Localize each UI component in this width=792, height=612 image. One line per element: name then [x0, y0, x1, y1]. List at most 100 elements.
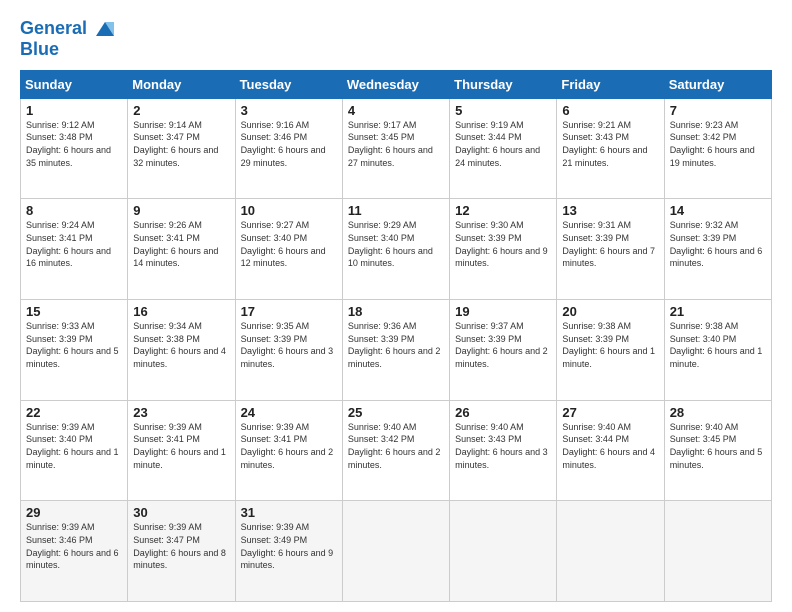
day-number: 4: [348, 103, 444, 118]
day-number: 7: [670, 103, 766, 118]
logo-blue: Blue: [20, 40, 116, 60]
day-number: 27: [562, 405, 658, 420]
day-number: 3: [241, 103, 337, 118]
day-info: Sunrise: 9:38 AM Sunset: 3:39 PM Dayligh…: [562, 320, 658, 370]
calendar-week-row: 29 Sunrise: 9:39 AM Sunset: 3:46 PM Dayl…: [21, 501, 772, 602]
calendar-cell: 13 Sunrise: 9:31 AM Sunset: 3:39 PM Dayl…: [557, 199, 664, 300]
day-number: 22: [26, 405, 122, 420]
day-info: Sunrise: 9:12 AM Sunset: 3:48 PM Dayligh…: [26, 119, 122, 169]
calendar-day-header: Saturday: [664, 70, 771, 98]
day-info: Sunrise: 9:37 AM Sunset: 3:39 PM Dayligh…: [455, 320, 551, 370]
day-number: 5: [455, 103, 551, 118]
calendar-day-header: Sunday: [21, 70, 128, 98]
calendar-week-row: 22 Sunrise: 9:39 AM Sunset: 3:40 PM Dayl…: [21, 400, 772, 501]
calendar-cell: 5 Sunrise: 9:19 AM Sunset: 3:44 PM Dayli…: [450, 98, 557, 199]
calendar-cell: 11 Sunrise: 9:29 AM Sunset: 3:40 PM Dayl…: [342, 199, 449, 300]
logo-text: General: [20, 18, 116, 40]
day-number: 6: [562, 103, 658, 118]
calendar-day-header: Thursday: [450, 70, 557, 98]
calendar-cell: 8 Sunrise: 9:24 AM Sunset: 3:41 PM Dayli…: [21, 199, 128, 300]
day-number: 12: [455, 203, 551, 218]
calendar-cell: 22 Sunrise: 9:39 AM Sunset: 3:40 PM Dayl…: [21, 400, 128, 501]
day-number: 14: [670, 203, 766, 218]
calendar-day-header: Tuesday: [235, 70, 342, 98]
day-info: Sunrise: 9:40 AM Sunset: 3:43 PM Dayligh…: [455, 421, 551, 471]
day-info: Sunrise: 9:39 AM Sunset: 3:49 PM Dayligh…: [241, 521, 337, 571]
day-info: Sunrise: 9:27 AM Sunset: 3:40 PM Dayligh…: [241, 219, 337, 269]
calendar-cell: 2 Sunrise: 9:14 AM Sunset: 3:47 PM Dayli…: [128, 98, 235, 199]
calendar-cell: 4 Sunrise: 9:17 AM Sunset: 3:45 PM Dayli…: [342, 98, 449, 199]
day-info: Sunrise: 9:34 AM Sunset: 3:38 PM Dayligh…: [133, 320, 229, 370]
day-number: 11: [348, 203, 444, 218]
day-info: Sunrise: 9:17 AM Sunset: 3:45 PM Dayligh…: [348, 119, 444, 169]
day-number: 19: [455, 304, 551, 319]
day-info: Sunrise: 9:40 AM Sunset: 3:44 PM Dayligh…: [562, 421, 658, 471]
day-info: Sunrise: 9:23 AM Sunset: 3:42 PM Dayligh…: [670, 119, 766, 169]
day-number: 24: [241, 405, 337, 420]
calendar-header-row: SundayMondayTuesdayWednesdayThursdayFrid…: [21, 70, 772, 98]
day-info: Sunrise: 9:29 AM Sunset: 3:40 PM Dayligh…: [348, 219, 444, 269]
calendar-cell: 28 Sunrise: 9:40 AM Sunset: 3:45 PM Dayl…: [664, 400, 771, 501]
day-number: 8: [26, 203, 122, 218]
day-number: 13: [562, 203, 658, 218]
day-number: 15: [26, 304, 122, 319]
calendar-cell: 20 Sunrise: 9:38 AM Sunset: 3:39 PM Dayl…: [557, 300, 664, 401]
day-info: Sunrise: 9:19 AM Sunset: 3:44 PM Dayligh…: [455, 119, 551, 169]
calendar-cell: 30 Sunrise: 9:39 AM Sunset: 3:47 PM Dayl…: [128, 501, 235, 602]
day-info: Sunrise: 9:40 AM Sunset: 3:42 PM Dayligh…: [348, 421, 444, 471]
calendar-cell: 31 Sunrise: 9:39 AM Sunset: 3:49 PM Dayl…: [235, 501, 342, 602]
calendar-cell: 12 Sunrise: 9:30 AM Sunset: 3:39 PM Dayl…: [450, 199, 557, 300]
day-info: Sunrise: 9:40 AM Sunset: 3:45 PM Dayligh…: [670, 421, 766, 471]
day-number: 18: [348, 304, 444, 319]
calendar-cell: 6 Sunrise: 9:21 AM Sunset: 3:43 PM Dayli…: [557, 98, 664, 199]
logo-icon: [94, 18, 116, 40]
calendar-day-header: Friday: [557, 70, 664, 98]
calendar-cell: 10 Sunrise: 9:27 AM Sunset: 3:40 PM Dayl…: [235, 199, 342, 300]
calendar-day-header: Monday: [128, 70, 235, 98]
day-info: Sunrise: 9:39 AM Sunset: 3:40 PM Dayligh…: [26, 421, 122, 471]
day-number: 17: [241, 304, 337, 319]
calendar-cell: 1 Sunrise: 9:12 AM Sunset: 3:48 PM Dayli…: [21, 98, 128, 199]
day-number: 30: [133, 505, 229, 520]
header: General Blue: [20, 18, 772, 60]
page: General Blue SundayMondayTuesdayWednesda…: [0, 0, 792, 612]
calendar-cell: [342, 501, 449, 602]
day-info: Sunrise: 9:26 AM Sunset: 3:41 PM Dayligh…: [133, 219, 229, 269]
calendar-cell: 7 Sunrise: 9:23 AM Sunset: 3:42 PM Dayli…: [664, 98, 771, 199]
day-info: Sunrise: 9:39 AM Sunset: 3:47 PM Dayligh…: [133, 521, 229, 571]
logo-general: General: [20, 18, 87, 38]
calendar-cell: [664, 501, 771, 602]
day-info: Sunrise: 9:16 AM Sunset: 3:46 PM Dayligh…: [241, 119, 337, 169]
day-number: 21: [670, 304, 766, 319]
day-number: 28: [670, 405, 766, 420]
day-info: Sunrise: 9:36 AM Sunset: 3:39 PM Dayligh…: [348, 320, 444, 370]
day-number: 31: [241, 505, 337, 520]
calendar-cell: 18 Sunrise: 9:36 AM Sunset: 3:39 PM Dayl…: [342, 300, 449, 401]
day-number: 1: [26, 103, 122, 118]
day-number: 23: [133, 405, 229, 420]
calendar-cell: 26 Sunrise: 9:40 AM Sunset: 3:43 PM Dayl…: [450, 400, 557, 501]
day-info: Sunrise: 9:21 AM Sunset: 3:43 PM Dayligh…: [562, 119, 658, 169]
day-number: 20: [562, 304, 658, 319]
calendar-day-header: Wednesday: [342, 70, 449, 98]
calendar-cell: 19 Sunrise: 9:37 AM Sunset: 3:39 PM Dayl…: [450, 300, 557, 401]
calendar-cell: 27 Sunrise: 9:40 AM Sunset: 3:44 PM Dayl…: [557, 400, 664, 501]
day-number: 25: [348, 405, 444, 420]
calendar-cell: 23 Sunrise: 9:39 AM Sunset: 3:41 PM Dayl…: [128, 400, 235, 501]
day-number: 26: [455, 405, 551, 420]
calendar-cell: 21 Sunrise: 9:38 AM Sunset: 3:40 PM Dayl…: [664, 300, 771, 401]
calendar-week-row: 15 Sunrise: 9:33 AM Sunset: 3:39 PM Dayl…: [21, 300, 772, 401]
calendar-cell: 14 Sunrise: 9:32 AM Sunset: 3:39 PM Dayl…: [664, 199, 771, 300]
day-number: 29: [26, 505, 122, 520]
day-info: Sunrise: 9:39 AM Sunset: 3:46 PM Dayligh…: [26, 521, 122, 571]
day-info: Sunrise: 9:14 AM Sunset: 3:47 PM Dayligh…: [133, 119, 229, 169]
day-info: Sunrise: 9:35 AM Sunset: 3:39 PM Dayligh…: [241, 320, 337, 370]
day-number: 10: [241, 203, 337, 218]
calendar-cell: 16 Sunrise: 9:34 AM Sunset: 3:38 PM Dayl…: [128, 300, 235, 401]
day-info: Sunrise: 9:24 AM Sunset: 3:41 PM Dayligh…: [26, 219, 122, 269]
calendar-cell: 29 Sunrise: 9:39 AM Sunset: 3:46 PM Dayl…: [21, 501, 128, 602]
calendar-cell: [450, 501, 557, 602]
calendar-cell: 17 Sunrise: 9:35 AM Sunset: 3:39 PM Dayl…: [235, 300, 342, 401]
calendar-week-row: 8 Sunrise: 9:24 AM Sunset: 3:41 PM Dayli…: [21, 199, 772, 300]
day-number: 2: [133, 103, 229, 118]
